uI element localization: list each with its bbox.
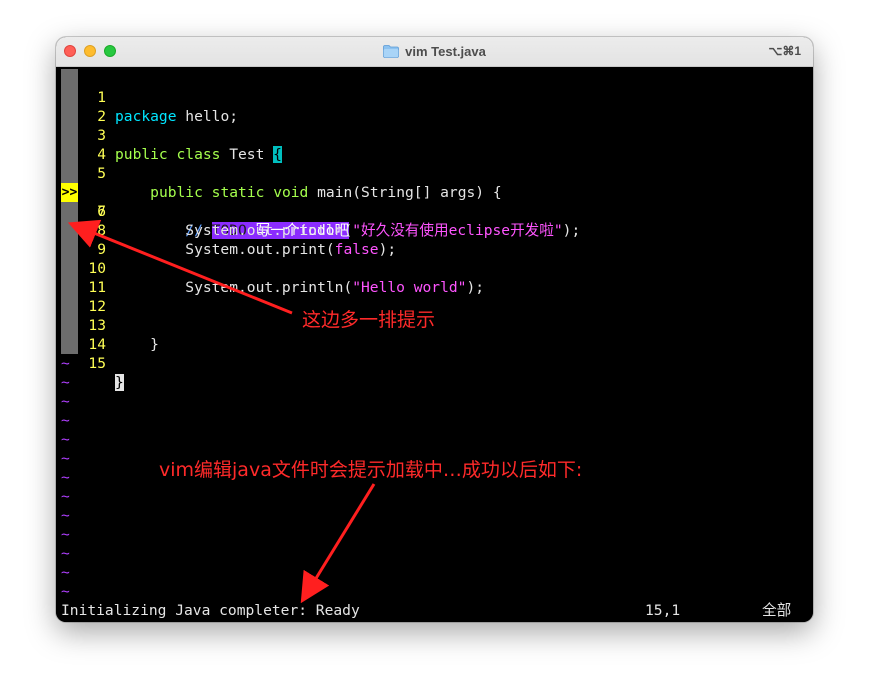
empty-line-tilde: ~ xyxy=(61,355,70,372)
keyword: void xyxy=(273,184,309,201)
code-text: package hello; xyxy=(115,107,238,126)
empty-line-tilde: ~ xyxy=(61,488,70,505)
code-segment: System.out.println( xyxy=(115,279,353,296)
matched-brace: { xyxy=(273,146,282,163)
status-message: Initializing Java completer: Ready xyxy=(61,602,360,619)
title-bar: vim Test.java ⌥⌘1 xyxy=(56,37,813,67)
code-line-9: 9 xyxy=(56,221,109,258)
code-text: public static void main(String[] args) { xyxy=(115,183,502,202)
code-segment: hello; xyxy=(176,108,239,125)
code-segment: ); xyxy=(466,279,485,296)
empty-line-tilde: ~ xyxy=(61,583,70,600)
empty-line-tilde: ~ xyxy=(61,431,70,448)
code-segment: ); xyxy=(378,241,397,258)
empty-line-tilde: ~ xyxy=(61,469,70,486)
folder-icon xyxy=(383,45,400,58)
code-line-8: 8 System.out.print(false); xyxy=(56,202,396,258)
code-line-13: 13 } xyxy=(56,297,159,353)
window-shortcut-label: ⌥⌘1 xyxy=(768,44,801,58)
code-text: } xyxy=(115,373,124,392)
code-segment: Test xyxy=(220,146,274,163)
empty-line-tilde: ~ xyxy=(61,545,70,562)
empty-line-tilde: ~ xyxy=(61,393,70,410)
keyword: static xyxy=(211,184,265,201)
code-line-10: 10 System.out.println("Hello world"); xyxy=(56,240,484,296)
code-line-12: 12 xyxy=(56,278,109,315)
string-literal: "Hello world" xyxy=(352,279,467,296)
code-line-4: 4 xyxy=(56,126,109,163)
code-line-5: 5 public static void main(String[] args)… xyxy=(56,145,501,201)
keyword: public xyxy=(150,184,203,201)
code-segment: System.out.println( xyxy=(115,222,353,239)
code-text: } xyxy=(115,336,159,353)
code-line-2: 2 xyxy=(56,88,109,125)
empty-line-tilde: ~ xyxy=(61,526,70,543)
code-segment: main(String[] args) { xyxy=(308,184,502,201)
code-line-7: 7 System.out.println("好久没有使用eclipse开发啦")… xyxy=(56,183,580,239)
code-text: System.out.print(false); xyxy=(115,240,396,259)
cursor-position: 15,1 xyxy=(645,602,681,619)
window-title: vim Test.java xyxy=(405,44,486,59)
code-line-15: 15 } xyxy=(56,335,124,391)
empty-line-tilde: ~ xyxy=(61,412,70,429)
keyword: package xyxy=(115,108,177,125)
code-line-3: 3 public class Test { xyxy=(56,107,282,163)
code-text: System.out.println("Hello world"); xyxy=(115,278,484,297)
empty-line-tilde: ~ xyxy=(61,374,70,391)
string-literal: "好久没有使用eclipse开发啦" xyxy=(352,222,563,239)
status-annotation: vim编辑java文件时会提示加载中…成功以后如下: xyxy=(159,459,583,481)
text-cursor: } xyxy=(115,374,124,391)
empty-line-tilde: ~ xyxy=(61,564,70,581)
scroll-indicator: 全部 xyxy=(762,602,792,619)
code-segment: ); xyxy=(562,222,581,239)
boolean-literal: false xyxy=(334,241,379,258)
vim-editor[interactable]: 1 package hello; 2 3 public class Test {… xyxy=(56,67,813,622)
code-line-1: 1 package hello; xyxy=(56,69,238,125)
code-segment: System.out.print( xyxy=(115,241,335,258)
empty-line-tilde: ~ xyxy=(61,507,70,524)
empty-line-tilde: ~ xyxy=(61,450,70,467)
sign-column-annotation: 这边多一排提示 xyxy=(302,309,436,331)
keyword: public xyxy=(115,146,168,163)
code-line-11: 11 xyxy=(56,259,109,296)
code-text: System.out.println("好久没有使用eclipse开发啦"); xyxy=(115,221,580,240)
line-number: 15 xyxy=(88,355,106,372)
code-line-6: >> 6 // TODO 写一个todo吧 xyxy=(56,164,350,239)
code-line-14: 14 xyxy=(56,316,109,353)
keyword: class xyxy=(176,146,221,163)
code-text: public class Test { xyxy=(115,145,282,164)
window-title-group: vim Test.java xyxy=(56,37,813,66)
